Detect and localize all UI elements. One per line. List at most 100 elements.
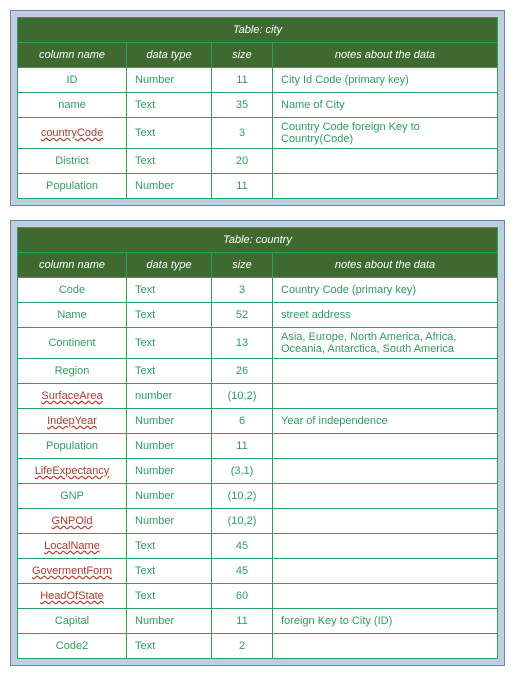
- cell-data-type: Text: [127, 328, 212, 359]
- cell-data-type: Text: [127, 534, 212, 559]
- cell-size: 20: [212, 149, 273, 174]
- column-header: column name: [18, 253, 127, 278]
- cell-notes: City Id Code (primary key): [273, 68, 498, 93]
- cell-data-type: Number: [127, 174, 212, 199]
- cell-data-type: Number: [127, 484, 212, 509]
- cell-column-name: SurfaceArea: [18, 384, 127, 409]
- table-row: RegionText26: [18, 359, 498, 384]
- schema-doc: Table: citycolumn namedata typesizenotes…: [10, 10, 505, 666]
- cell-column-name: GNP: [18, 484, 127, 509]
- cell-size: 11: [212, 434, 273, 459]
- cell-size: (10,2): [212, 484, 273, 509]
- cell-data-type: Text: [127, 303, 212, 328]
- cell-size: (10,2): [212, 509, 273, 534]
- schema-table: Table: countrycolumn namedata typesizeno…: [17, 227, 498, 659]
- column-header: column name: [18, 43, 127, 68]
- cell-notes: [273, 559, 498, 584]
- cell-size: (10,2): [212, 384, 273, 409]
- cell-size: 2: [212, 634, 273, 659]
- cell-data-type: Number: [127, 434, 212, 459]
- cell-size: 11: [212, 68, 273, 93]
- cell-data-type: Text: [127, 634, 212, 659]
- cell-data-type: Text: [127, 559, 212, 584]
- cell-column-name: LocalName: [18, 534, 127, 559]
- cell-notes: Year of independence: [273, 409, 498, 434]
- cell-data-type: Text: [127, 93, 212, 118]
- column-header: size: [212, 253, 273, 278]
- cell-data-type: Number: [127, 509, 212, 534]
- cell-column-name: Population: [18, 174, 127, 199]
- column-header: size: [212, 43, 273, 68]
- table-row: GNPNumber(10,2): [18, 484, 498, 509]
- cell-column-name: HeadOfState: [18, 584, 127, 609]
- table-row: NameText52street address: [18, 303, 498, 328]
- cell-notes: [273, 459, 498, 484]
- cell-notes: [273, 634, 498, 659]
- cell-column-name: District: [18, 149, 127, 174]
- column-header: data type: [127, 253, 212, 278]
- cell-data-type: Number: [127, 459, 212, 484]
- cell-notes: Asia, Europe, North America, Africa, Oce…: [273, 328, 498, 359]
- cell-column-name: Region: [18, 359, 127, 384]
- cell-notes: foreign Key to City (ID): [273, 609, 498, 634]
- cell-notes: [273, 484, 498, 509]
- cell-column-name: GNPOld: [18, 509, 127, 534]
- table-row: IndepYearNumber6Year of independence: [18, 409, 498, 434]
- cell-data-type: Number: [127, 609, 212, 634]
- cell-column-name: ID: [18, 68, 127, 93]
- cell-size: 45: [212, 559, 273, 584]
- table-row: PopulationNumber11: [18, 174, 498, 199]
- cell-notes: [273, 509, 498, 534]
- table-row: IDNumber11City Id Code (primary key): [18, 68, 498, 93]
- cell-notes: [273, 149, 498, 174]
- table-row: nameText35Name of City: [18, 93, 498, 118]
- column-header: data type: [127, 43, 212, 68]
- cell-data-type: Text: [127, 118, 212, 149]
- table-row: Code2Text2: [18, 634, 498, 659]
- cell-notes: Country Code (primary key): [273, 278, 498, 303]
- table-row: HeadOfStateText60: [18, 584, 498, 609]
- table-row: CodeText3Country Code (primary key): [18, 278, 498, 303]
- column-header: notes about the data: [273, 253, 498, 278]
- cell-column-name: Population: [18, 434, 127, 459]
- cell-notes: [273, 174, 498, 199]
- cell-size: 11: [212, 174, 273, 199]
- cell-size: (3,1): [212, 459, 273, 484]
- cell-notes: Name of City: [273, 93, 498, 118]
- cell-column-name: Capital: [18, 609, 127, 634]
- table-row: LifeExpectancyNumber(3,1): [18, 459, 498, 484]
- cell-column-name: name: [18, 93, 127, 118]
- cell-data-type: Text: [127, 359, 212, 384]
- table-title: Table: city: [18, 18, 498, 43]
- table-title: Table: country: [18, 228, 498, 253]
- cell-column-name: countryCode: [18, 118, 127, 149]
- cell-data-type: Text: [127, 278, 212, 303]
- cell-notes: street address: [273, 303, 498, 328]
- table-row: GovermentFormText45: [18, 559, 498, 584]
- cell-size: 45: [212, 534, 273, 559]
- cell-column-name: GovermentForm: [18, 559, 127, 584]
- cell-notes: Country Code foreign Key to Country(Code…: [273, 118, 498, 149]
- cell-data-type: Text: [127, 149, 212, 174]
- cell-size: 13: [212, 328, 273, 359]
- cell-notes: [273, 384, 498, 409]
- cell-notes: [273, 359, 498, 384]
- schema-table: Table: citycolumn namedata typesizenotes…: [17, 17, 498, 199]
- cell-column-name: Continent: [18, 328, 127, 359]
- cell-notes: [273, 434, 498, 459]
- cell-column-name: Code: [18, 278, 127, 303]
- cell-column-name: LifeExpectancy: [18, 459, 127, 484]
- cell-data-type: Number: [127, 68, 212, 93]
- cell-size: 35: [212, 93, 273, 118]
- cell-notes: [273, 534, 498, 559]
- cell-data-type: number: [127, 384, 212, 409]
- cell-notes: [273, 584, 498, 609]
- table-row: countryCodeText3Country Code foreign Key…: [18, 118, 498, 149]
- cell-size: 3: [212, 278, 273, 303]
- cell-size: 26: [212, 359, 273, 384]
- table-row: SurfaceAreanumber(10,2): [18, 384, 498, 409]
- cell-column-name: IndepYear: [18, 409, 127, 434]
- table-row: PopulationNumber11: [18, 434, 498, 459]
- table-row: LocalNameText45: [18, 534, 498, 559]
- cell-column-name: Code2: [18, 634, 127, 659]
